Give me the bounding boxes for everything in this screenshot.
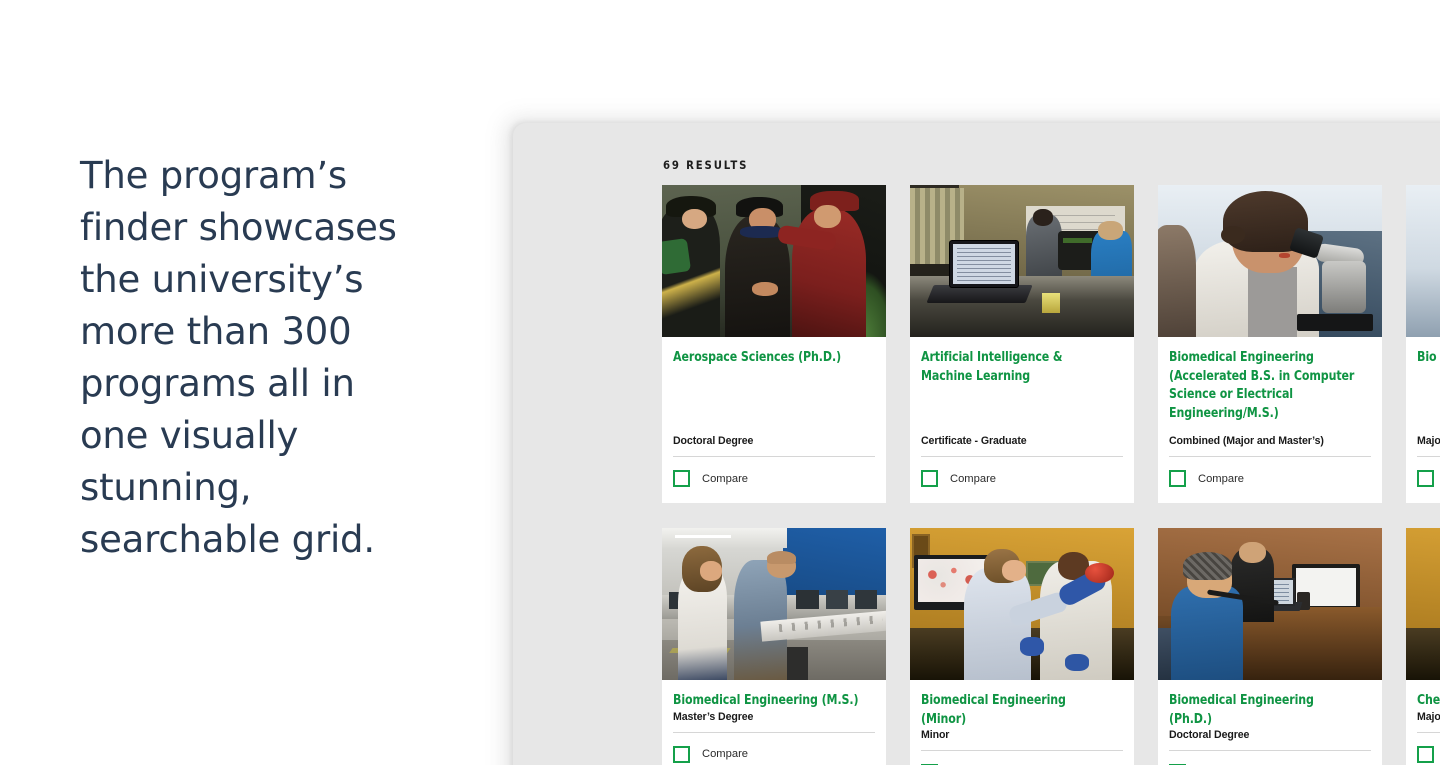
- compare-row[interactable]: Compare: [1417, 733, 1440, 765]
- program-card-title[interactable]: Che: [1417, 692, 1440, 711]
- program-card[interactable]: Biomedical Engineering (M.S.) Master’s D…: [662, 528, 886, 765]
- program-card-degree: Master’s Degree: [673, 710, 754, 723]
- program-card[interactable]: Che Majo Compare: [1406, 528, 1440, 765]
- program-card-degree: Doctoral Degree: [1169, 729, 1250, 741]
- program-card-title[interactable]: Aerospace Sciences (Ph.D.): [673, 349, 861, 368]
- program-card-image: [1406, 528, 1440, 680]
- compare-row[interactable]: Compare: [1417, 457, 1440, 503]
- program-card[interactable]: Artificial Intelligence & Machine Learni…: [910, 185, 1134, 503]
- compare-row[interactable]: Compare: [673, 457, 875, 503]
- compare-row[interactable]: Compare: [1169, 457, 1371, 503]
- compare-checkbox[interactable]: [673, 745, 690, 763]
- program-card-title[interactable]: Bio: [1417, 349, 1440, 368]
- program-card-image: [662, 185, 886, 337]
- program-card-degree: Majo: [1417, 435, 1440, 447]
- compare-row[interactable]: Compare: [673, 733, 875, 765]
- compare-checkbox[interactable]: [1417, 745, 1434, 763]
- program-card-degree: Certificate - Graduate: [921, 435, 1027, 447]
- program-card[interactable]: Bio Majo Compare: [1406, 185, 1440, 503]
- page-headline: The program’s finder showcases the unive…: [80, 154, 397, 561]
- program-card-degree: Combined (Major and Master’s): [1169, 435, 1324, 447]
- program-card[interactable]: Aerospace Sciences (Ph.D.) Doctoral Degr…: [662, 185, 886, 503]
- program-card-image: [1158, 185, 1382, 337]
- compare-checkbox[interactable]: [921, 470, 938, 487]
- program-card-image: [662, 528, 886, 680]
- program-card[interactable]: Biomedical Engineering (Minor) Minor Com…: [910, 528, 1134, 765]
- compare-row[interactable]: Compare: [1169, 751, 1371, 765]
- results-count: 69 RESULTS: [663, 158, 749, 172]
- program-card-degree: Doctoral Degree: [673, 435, 754, 447]
- compare-label: Compare: [950, 472, 997, 485]
- compare-row[interactable]: Compare: [921, 751, 1123, 765]
- program-card[interactable]: Biomedical Engineering (Accelerated B.S.…: [1158, 185, 1382, 503]
- program-card-title[interactable]: Biomedical Engineering (Minor): [921, 692, 1109, 729]
- program-card-image: [1158, 528, 1382, 680]
- compare-row[interactable]: Compare: [921, 457, 1123, 503]
- compare-checkbox[interactable]: [1417, 470, 1434, 487]
- compare-label: Compare: [702, 748, 749, 760]
- program-card-degree: Majo: [1417, 710, 1440, 723]
- screenshot-stage: The program’s finder showcases the unive…: [0, 0, 1440, 765]
- program-card-degree: Minor: [921, 729, 950, 741]
- program-card-title[interactable]: Biomedical Engineering (Accelerated B.S.…: [1169, 349, 1357, 423]
- compare-label: Compare: [1198, 472, 1245, 485]
- compare-checkbox[interactable]: [673, 470, 690, 487]
- program-card-title[interactable]: Artificial Intelligence & Machine Learni…: [921, 349, 1109, 386]
- program-card-title[interactable]: Biomedical Engineering (Ph.D.): [1169, 692, 1357, 729]
- program-card-image: [910, 528, 1134, 680]
- program-card-title[interactable]: Biomedical Engineering (M.S.): [673, 692, 861, 711]
- program-card-grid: Aerospace Sciences (Ph.D.) Doctoral Degr…: [662, 185, 1440, 765]
- program-card-image: [1406, 185, 1440, 337]
- program-card-image: [910, 185, 1134, 337]
- compare-checkbox[interactable]: [1169, 470, 1186, 487]
- program-card[interactable]: Biomedical Engineering (Ph.D.) Doctoral …: [1158, 528, 1382, 765]
- program-finder-panel: 69 RESULTS Aerospace Sciences (Ph.D.) Do…: [513, 123, 1440, 765]
- compare-label: Compare: [702, 472, 749, 485]
